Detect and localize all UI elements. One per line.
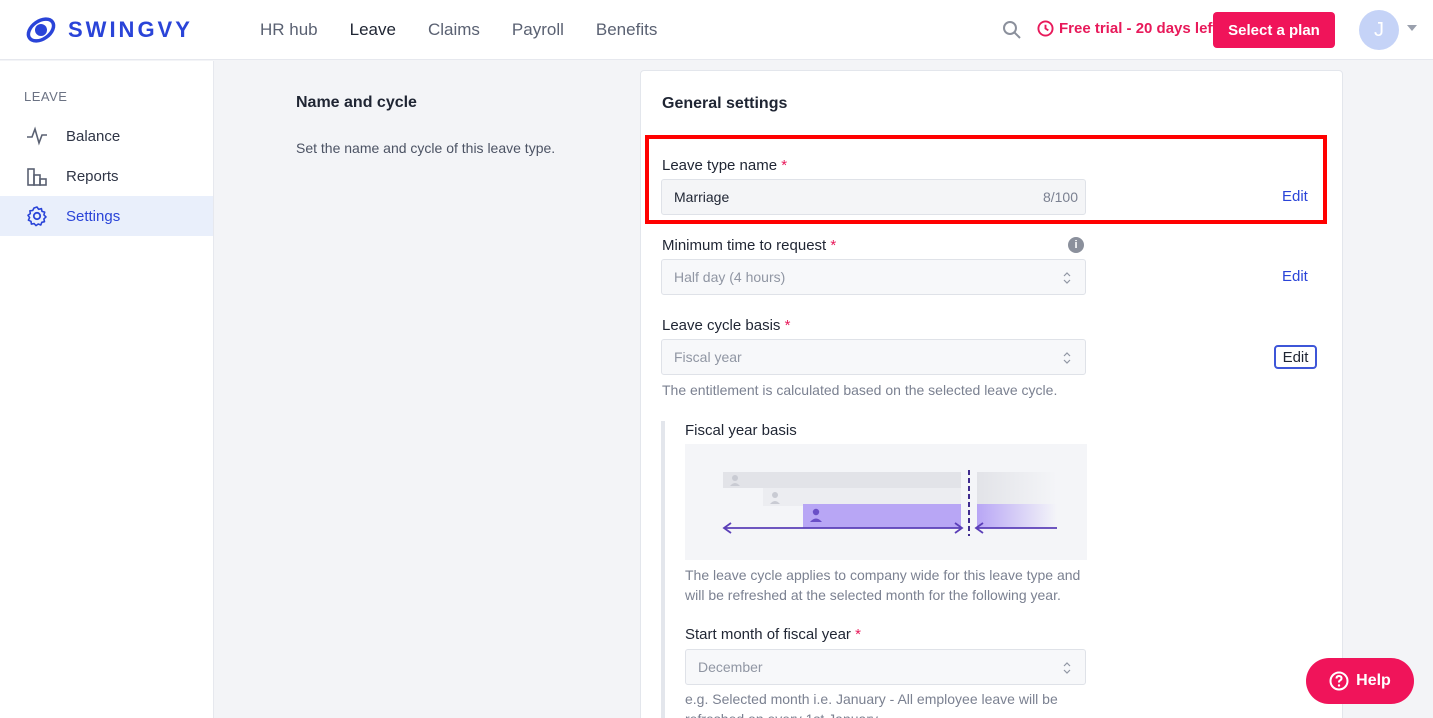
- leave-type-name-label-text: Leave type name: [662, 157, 778, 174]
- sidebar-item-label: Balance: [66, 127, 121, 145]
- question-circle-icon: [1329, 671, 1349, 691]
- minimum-time-label: Minimum time to request *: [662, 237, 836, 254]
- nav-item-claims[interactable]: Claims: [428, 20, 480, 40]
- sidebar-item-settings[interactable]: Settings: [0, 196, 213, 236]
- help-label: Help: [1356, 672, 1391, 689]
- leave-type-name-input[interactable]: Marriage 8/100: [661, 179, 1086, 215]
- sidebar-item-balance[interactable]: Balance: [0, 116, 213, 156]
- nav-item-benefits[interactable]: Benefits: [596, 20, 657, 40]
- fiscal-year-illustration: [685, 444, 1087, 560]
- leave-type-name-label: Leave type name *: [662, 157, 787, 174]
- search-icon[interactable]: [1002, 20, 1022, 40]
- free-trial-text: Free trial - 20 days left: [1059, 20, 1218, 37]
- fiscal-year-diagram: [722, 470, 1057, 536]
- general-settings-card: General settings Leave type name * Marri…: [640, 70, 1343, 718]
- required-marker: *: [855, 626, 861, 643]
- brand-name: SWINGVY: [68, 17, 193, 42]
- fiscal-year-indent-bar: [661, 421, 665, 718]
- fiscal-year-description-line1: The leave cycle applies to company wide …: [685, 567, 1081, 583]
- start-month-example: e.g. Selected month i.e. January - All e…: [685, 689, 1105, 718]
- help-button[interactable]: Help: [1306, 658, 1414, 704]
- required-marker: *: [830, 237, 837, 254]
- leave-type-name-value: Marriage: [674, 189, 730, 205]
- info-icon[interactable]: i: [1068, 237, 1084, 253]
- required-marker: *: [781, 157, 788, 174]
- edit-leave-cycle-basis-button[interactable]: Edit: [1274, 345, 1317, 369]
- edit-leave-type-name-link[interactable]: Edit: [1282, 188, 1308, 205]
- section-title: Name and cycle: [296, 94, 417, 111]
- character-counter: 8/100: [1042, 189, 1078, 205]
- nav-item-leave[interactable]: Leave: [350, 20, 396, 40]
- main-nav: HR hub Leave Claims Payroll Benefits: [260, 0, 689, 60]
- sidebar-heading: LEAVE: [24, 89, 68, 104]
- leave-cycle-basis-label: Leave cycle basis *: [662, 317, 790, 334]
- free-trial-indicator[interactable]: Free trial - 20 days left: [1037, 20, 1217, 37]
- sidebar-item-label: Reports: [66, 167, 119, 185]
- fiscal-year-basis-title: Fiscal year basis: [685, 422, 797, 439]
- minimum-time-select[interactable]: Half day (4 hours): [661, 259, 1086, 295]
- minimum-time-label-text: Minimum time to request: [662, 237, 827, 254]
- leave-cycle-help-text: The entitlement is calculated based on t…: [662, 382, 1058, 398]
- gear-icon: [27, 206, 47, 227]
- swingvy-logo[interactable]: SWINGVY: [24, 14, 193, 46]
- start-month-label: Start month of fiscal year *: [685, 626, 861, 643]
- minimum-time-value: Half day (4 hours): [674, 269, 786, 285]
- edit-minimum-time-link[interactable]: Edit: [1282, 268, 1308, 285]
- sidebar-item-label: Settings: [66, 207, 121, 225]
- start-month-label-text: Start month of fiscal year: [685, 626, 851, 643]
- fiscal-year-description: The leave cycle applies to company wide …: [685, 565, 1105, 605]
- card-title: General settings: [662, 95, 788, 112]
- leave-cycle-basis-value: Fiscal year: [674, 349, 742, 365]
- section-description: Set the name and cycle of this leave typ…: [296, 140, 556, 156]
- required-marker: *: [784, 317, 791, 334]
- start-month-select[interactable]: December: [685, 649, 1086, 685]
- fiscal-year-description-line2: will be refreshed at the selected month …: [685, 587, 1061, 603]
- sidebar: LEAVE Balance Reports Settings: [0, 61, 214, 718]
- avatar[interactable]: J: [1359, 10, 1399, 50]
- sidebar-item-reports[interactable]: Reports: [0, 156, 213, 196]
- leave-cycle-basis-label-text: Leave cycle basis: [662, 317, 781, 334]
- bar-chart-icon: [27, 168, 47, 186]
- swingvy-logo-icon: [26, 17, 56, 43]
- select-arrows-icon: [1063, 352, 1071, 364]
- select-plan-button[interactable]: Select a plan: [1213, 12, 1335, 48]
- clock-icon: [1037, 20, 1054, 37]
- top-bar: SWINGVY HR hub Leave Claims Payroll Bene…: [0, 0, 1433, 60]
- start-month-example-line2: refreshed on every 1st January: [685, 709, 1105, 718]
- nav-item-hr-hub[interactable]: HR hub: [260, 20, 318, 40]
- activity-icon: [27, 126, 47, 146]
- start-month-example-line1: e.g. Selected month i.e. January - All e…: [685, 691, 1058, 707]
- select-arrows-icon: [1063, 662, 1071, 674]
- select-arrows-icon: [1063, 272, 1071, 284]
- chevron-down-icon[interactable]: [1407, 25, 1417, 31]
- leave-cycle-basis-select[interactable]: Fiscal year: [661, 339, 1086, 375]
- start-month-value: December: [698, 659, 763, 675]
- nav-item-payroll[interactable]: Payroll: [512, 20, 564, 40]
